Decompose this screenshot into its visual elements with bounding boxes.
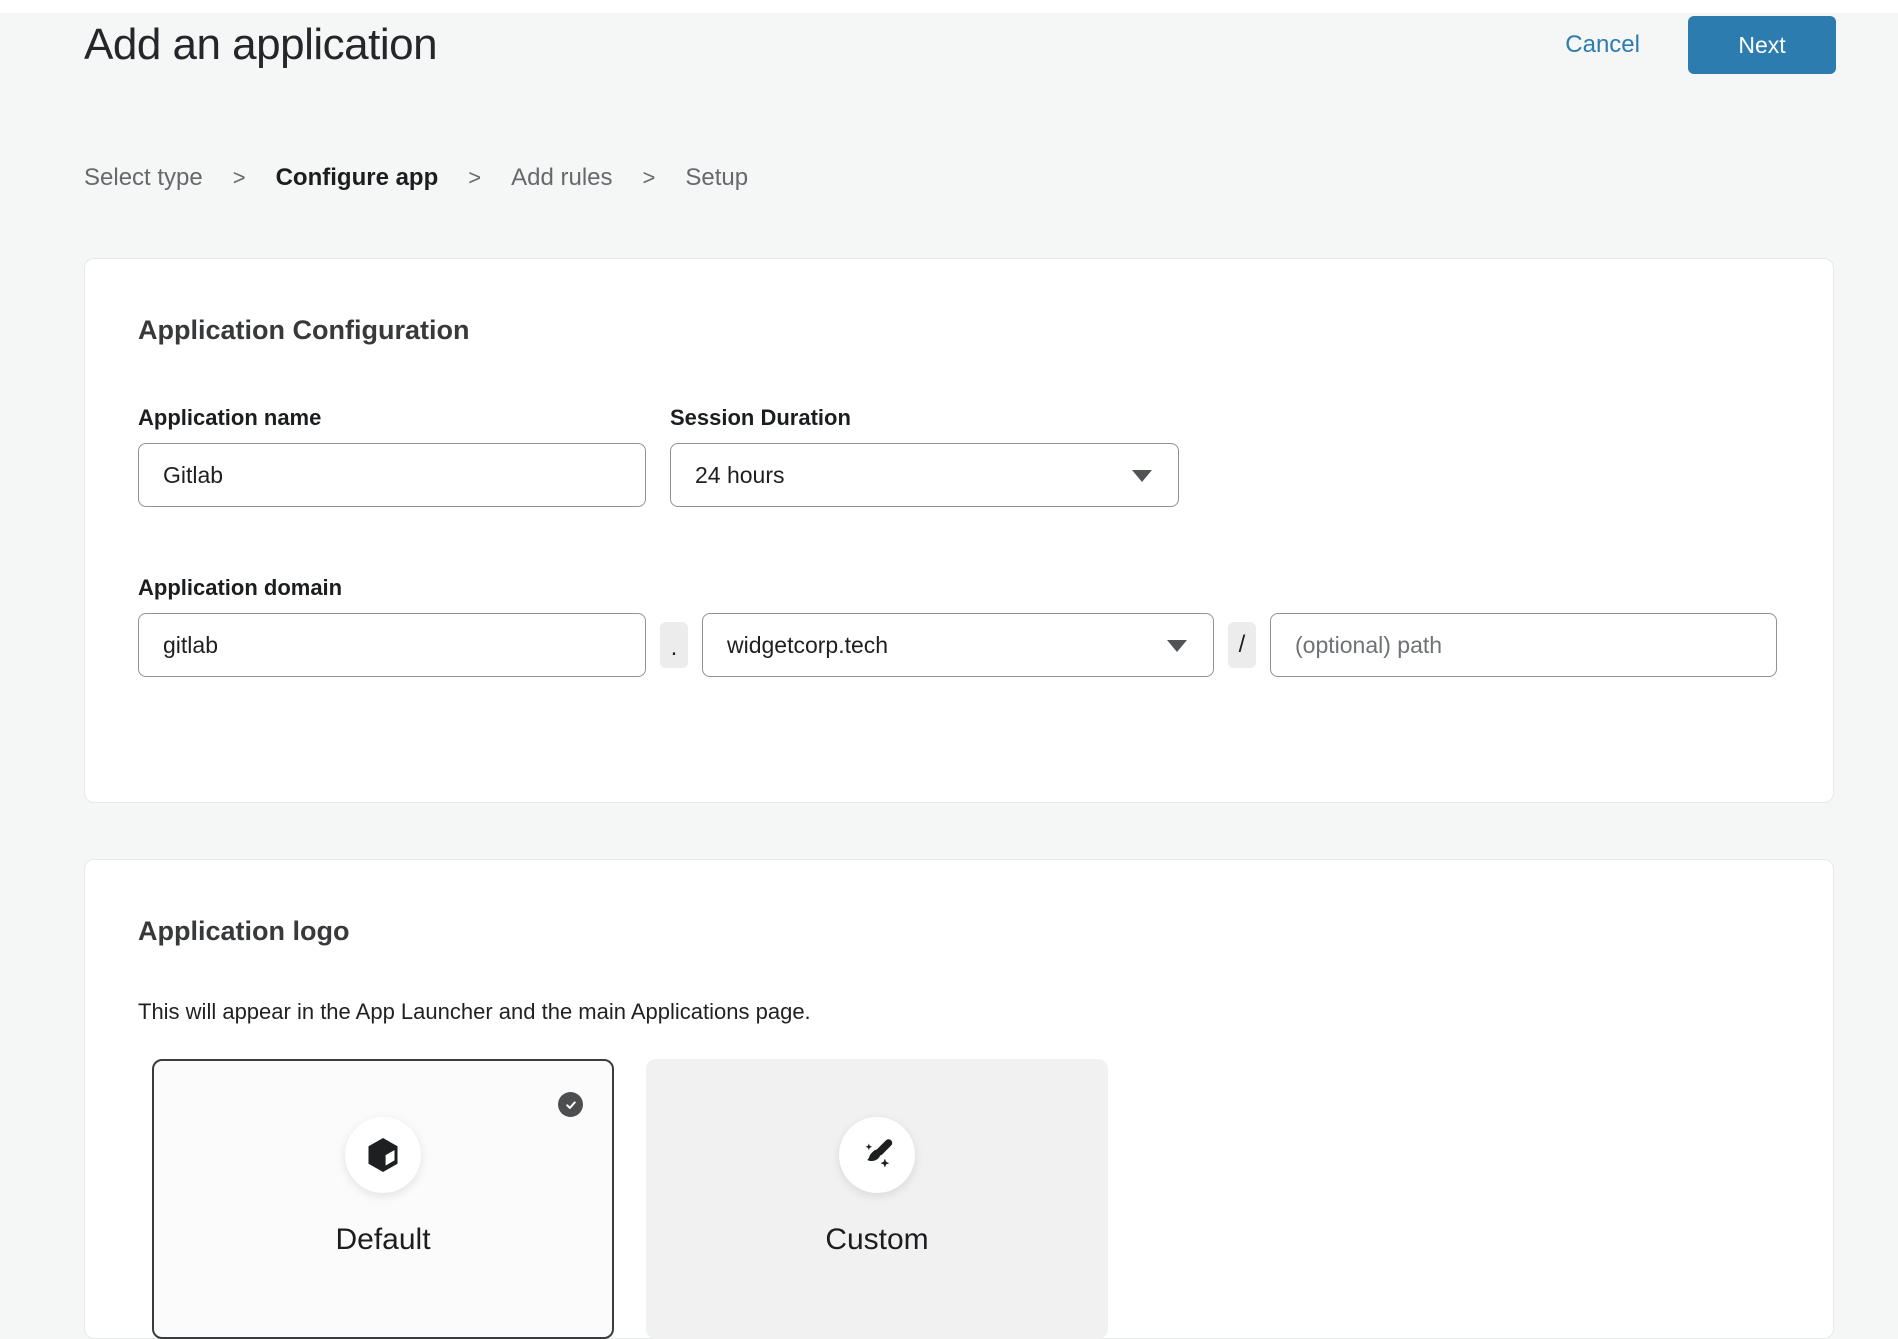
application-name-input[interactable] (138, 443, 646, 507)
caret-down-icon (1167, 640, 1187, 652)
breadcrumb-step-configure-app[interactable]: Configure app (276, 165, 439, 191)
caret-down-icon (1132, 470, 1152, 482)
header-actions: Cancel Next (1565, 16, 1836, 74)
domain-select[interactable]: widgetcorp.tech (702, 613, 1214, 677)
session-duration-value: 24 hours (695, 462, 785, 489)
configuration-card-title: Application Configuration (138, 315, 1780, 345)
application-logo-card: Application logo This will appear in the… (84, 859, 1834, 1339)
session-duration-label: Session Duration (670, 405, 1179, 431)
page-header: Add an application Cancel Next (0, 13, 1898, 77)
page-title: Add an application (84, 20, 437, 70)
selected-check-icon (558, 1092, 583, 1117)
logo-option-default[interactable]: Default (152, 1059, 614, 1339)
logo-card-title: Application logo (138, 916, 1780, 946)
next-button[interactable]: Next (1688, 16, 1836, 74)
logo-option-label: Custom (648, 1223, 1106, 1257)
breadcrumb-step-setup[interactable]: Setup (685, 165, 748, 191)
cube-icon (363, 1135, 403, 1175)
breadcrumb-separator: > (643, 165, 656, 191)
logo-option-label: Default (154, 1223, 612, 1257)
domain-select-value: widgetcorp.tech (727, 632, 888, 659)
breadcrumb-separator: > (468, 165, 481, 191)
custom-logo-circle (839, 1117, 915, 1193)
breadcrumb-separator: > (233, 165, 246, 191)
session-duration-select[interactable]: 24 hours (670, 443, 1179, 507)
cancel-button[interactable]: Cancel (1565, 31, 1640, 59)
breadcrumb-step-select-type[interactable]: Select type (84, 165, 203, 191)
logo-card-description: This will appear in the App Launcher and… (138, 998, 1780, 1026)
breadcrumb-step-add-rules[interactable]: Add rules (511, 165, 612, 191)
application-configuration-card: Application Configuration Application na… (84, 258, 1834, 803)
logo-options: Default Custom (152, 1059, 1780, 1339)
slash-separator: / (1228, 622, 1256, 668)
path-input[interactable] (1270, 613, 1777, 677)
application-name-label: Application name (138, 405, 646, 431)
dot-separator: . (660, 622, 688, 668)
logo-option-custom[interactable]: Custom (646, 1059, 1108, 1339)
paintbrush-icon (856, 1134, 898, 1176)
default-logo-circle (345, 1117, 421, 1193)
application-domain-label: Application domain (138, 575, 1780, 601)
subdomain-input[interactable] (138, 613, 646, 677)
breadcrumb: Select type > Configure app > Add rules … (84, 165, 1898, 191)
top-header-strip (0, 0, 1898, 13)
